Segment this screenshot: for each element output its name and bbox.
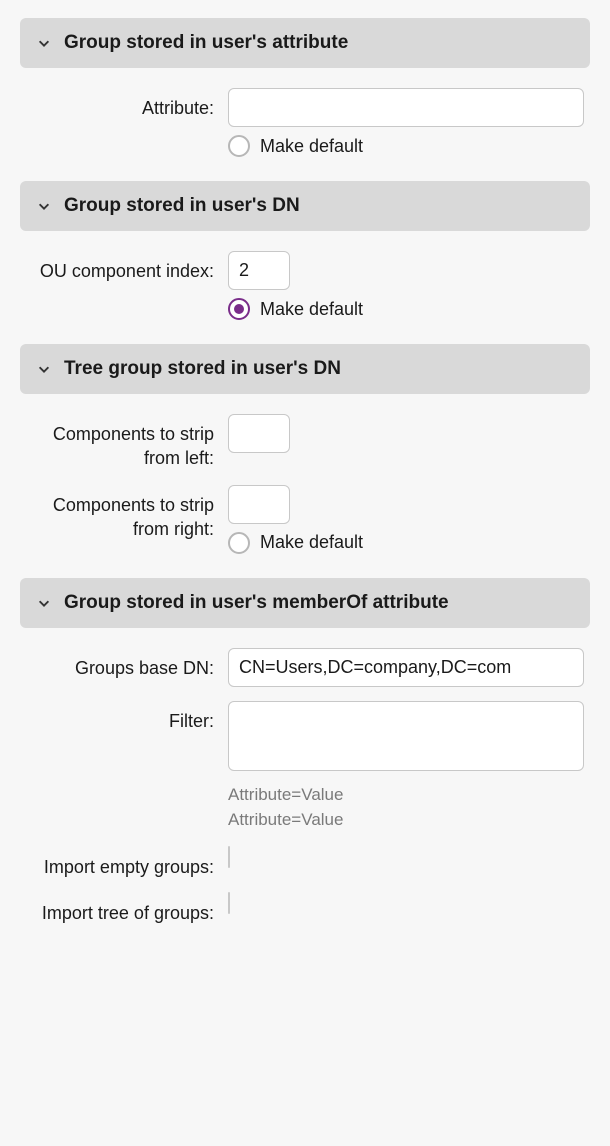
- strip-left-input[interactable]: [228, 414, 290, 453]
- chevron-down-icon: [36, 198, 52, 214]
- make-default-radio-tree[interactable]: [228, 532, 250, 554]
- groups-base-dn-label: Groups base DN:: [20, 648, 228, 680]
- section-title: Group stored in user's attribute: [64, 32, 348, 54]
- make-default-label: Make default: [260, 532, 363, 553]
- import-empty-checkbox[interactable]: [228, 846, 230, 868]
- filter-hint: Attribute=Value Attribute=Value: [228, 782, 590, 833]
- chevron-down-icon: [36, 595, 52, 611]
- strip-left-label: Components to strip from left:: [20, 414, 228, 471]
- import-tree-label: Import tree of groups:: [20, 893, 228, 925]
- section-header-tree-dn[interactable]: Tree group stored in user's DN: [20, 344, 590, 394]
- section-header-user-attribute[interactable]: Group stored in user's attribute: [20, 18, 590, 68]
- section-group-user-attribute: Group stored in user's attribute Attribu…: [20, 18, 590, 157]
- filter-input[interactable]: [228, 701, 584, 771]
- groups-base-dn-input[interactable]: [228, 648, 584, 687]
- section-group-memberof: Group stored in user's memberOf attribut…: [20, 578, 590, 926]
- section-title: Tree group stored in user's DN: [64, 358, 341, 380]
- make-default-radio-attr[interactable]: [228, 135, 250, 157]
- section-tree-group-dn: Tree group stored in user's DN Component…: [20, 344, 590, 554]
- attribute-label: Attribute:: [20, 88, 228, 120]
- make-default-label: Make default: [260, 299, 363, 320]
- section-title: Group stored in user's memberOf attribut…: [64, 592, 449, 614]
- chevron-down-icon: [36, 35, 52, 51]
- filter-label: Filter:: [20, 701, 228, 733]
- import-tree-checkbox[interactable]: [228, 892, 230, 914]
- import-empty-label: Import empty groups:: [20, 847, 228, 879]
- ou-index-input[interactable]: [228, 251, 290, 290]
- strip-right-label: Components to strip from right:: [20, 485, 228, 542]
- chevron-down-icon: [36, 361, 52, 377]
- ou-index-label: OU component index:: [20, 251, 228, 283]
- make-default-label: Make default: [260, 136, 363, 157]
- make-default-radio-dn[interactable]: [228, 298, 250, 320]
- strip-right-input: [228, 485, 290, 524]
- section-group-user-dn: Group stored in user's DN OU component i…: [20, 181, 590, 320]
- section-title: Group stored in user's DN: [64, 195, 300, 217]
- section-header-memberof[interactable]: Group stored in user's memberOf attribut…: [20, 578, 590, 628]
- attribute-input[interactable]: [228, 88, 584, 127]
- section-header-user-dn[interactable]: Group stored in user's DN: [20, 181, 590, 231]
